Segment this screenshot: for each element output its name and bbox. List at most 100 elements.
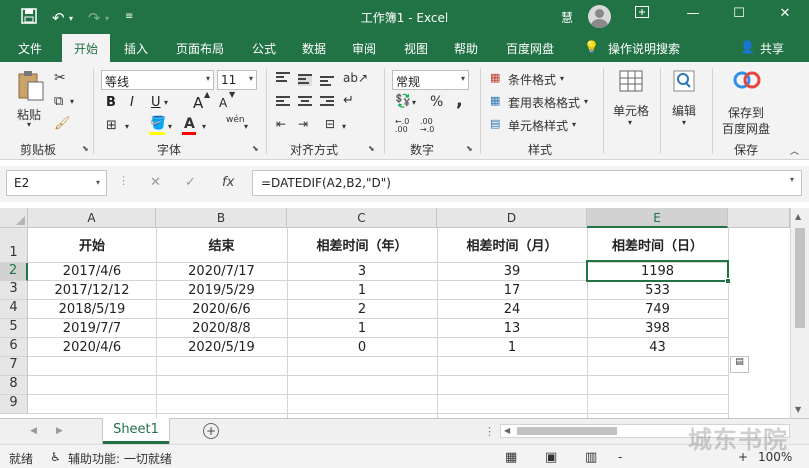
cell-b6[interactable]: 2020/5/19 [156, 340, 287, 355]
baidu-cloud-icon[interactable] [733, 68, 761, 95]
paste-dropdown-icon[interactable]: ▾ [27, 120, 31, 129]
shrink-font-button[interactable]: A [219, 96, 227, 110]
editing-button[interactable]: 编辑 [672, 102, 696, 119]
cell-c3[interactable]: 1 [287, 283, 437, 298]
formula-input[interactable]: =DATEDIF(A2,B2,"D") [252, 170, 802, 196]
column-header-e[interactable]: E [587, 208, 728, 228]
scroll-down-icon[interactable]: ▼ [795, 405, 801, 414]
row-header-3[interactable]: 3 [0, 281, 28, 300]
accounting-format-icon[interactable]: 💱 [395, 94, 411, 109]
save-to-baidu-line1[interactable]: 保存到 [728, 104, 764, 121]
format-table-icon[interactable]: ▦ [490, 94, 500, 107]
tab-review[interactable]: 审阅 [352, 40, 376, 57]
maximize-icon[interactable]: ☐ [729, 6, 749, 21]
wrap-text-icon[interactable]: ↵ [343, 93, 354, 108]
phonetic-guide-icon[interactable]: wén [226, 115, 245, 125]
column-header-c[interactable]: C [287, 208, 437, 228]
cell-a5[interactable]: 2019/7/7 [28, 321, 156, 336]
cell-b5[interactable]: 2020/8/8 [156, 321, 287, 336]
italic-button[interactable]: I [130, 95, 134, 110]
accessibility-status[interactable]: 辅助功能: 一切就绪 [68, 450, 172, 467]
cell-b1[interactable]: 结束 [156, 235, 287, 254]
tell-me-search[interactable]: 操作说明搜索 [608, 40, 680, 57]
cell-b2[interactable]: 2020/7/17 [156, 264, 287, 279]
cell-c6[interactable]: 0 [287, 340, 437, 355]
save-to-baidu-line2[interactable]: 百度网盘 [722, 120, 770, 137]
bottom-align-icon[interactable] [320, 76, 334, 88]
merge-center-icon[interactable]: ⊟ [325, 117, 335, 131]
share-button[interactable]: 共享 [760, 40, 784, 57]
cell-c5[interactable]: 1 [287, 321, 437, 336]
minimize-icon[interactable]: — [683, 6, 703, 21]
collapse-ribbon-icon[interactable]: ︿ [790, 144, 799, 157]
cell-c4[interactable]: 2 [287, 302, 437, 317]
tab-split-icon[interactable]: ⋮ [484, 425, 495, 438]
grow-font-button[interactable]: A [193, 94, 203, 112]
cells-button[interactable]: 单元格 [613, 102, 649, 119]
cell-e4[interactable]: 749 [587, 302, 728, 317]
cut-icon[interactable]: ✂ [54, 70, 66, 86]
select-all-button[interactable] [0, 208, 28, 228]
conditional-format-icon[interactable]: ▦ [490, 71, 500, 84]
cell-d2[interactable]: 39 [437, 264, 587, 279]
font-color-icon[interactable]: A [184, 116, 195, 132]
row-header-7[interactable]: 7 [0, 357, 28, 376]
scroll-up-icon[interactable]: ▲ [795, 212, 801, 221]
align-left-icon[interactable] [276, 96, 290, 108]
cell-a3[interactable]: 2017/12/12 [28, 283, 156, 298]
cell-b4[interactable]: 2020/6/6 [156, 302, 287, 317]
borders-icon[interactable]: ⊞ [106, 118, 117, 133]
horizontal-scroll-thumb[interactable] [517, 427, 617, 435]
fill-handle[interactable] [725, 278, 731, 284]
underline-button[interactable]: U [151, 95, 161, 110]
cell-c2[interactable]: 3 [287, 264, 437, 279]
tab-view[interactable]: 视图 [404, 40, 428, 57]
close-icon[interactable]: ✕ [775, 6, 795, 21]
top-align-icon[interactable] [276, 72, 290, 84]
column-header-a[interactable]: A [28, 208, 156, 228]
number-format-select[interactable]: 常规 ▾ [392, 70, 469, 90]
quick-analysis-icon[interactable]: ▤ [730, 356, 749, 373]
cell-d5[interactable]: 13 [437, 321, 587, 336]
cell-a6[interactable]: 2020/4/6 [28, 340, 156, 355]
paste-icon[interactable] [17, 70, 45, 105]
row-header-8[interactable]: 8 [0, 376, 28, 395]
conditional-dropdown-icon[interactable]: ▾ [560, 74, 564, 83]
page-break-view-icon[interactable]: ▥ [585, 450, 597, 465]
tab-data[interactable]: 数据 [302, 40, 326, 57]
cell-styles-button[interactable]: 单元格样式 [508, 117, 568, 134]
row-header-2[interactable]: 2 [0, 263, 28, 281]
increase-indent-icon[interactable]: ⇥ [298, 117, 308, 131]
fill-color-dropdown-icon[interactable]: ▾ [168, 122, 172, 131]
sheet-prev-icon[interactable]: ◀ [30, 426, 37, 436]
row-header-5[interactable]: 5 [0, 319, 28, 338]
column-header-d[interactable]: D [437, 208, 587, 228]
cell-styles-dropdown-icon[interactable]: ▾ [572, 120, 576, 129]
percent-style-button[interactable]: % [430, 94, 443, 110]
tab-baidu-netdisk[interactable]: 百度网盘 [506, 40, 554, 57]
accounting-dropdown-icon[interactable]: ▾ [412, 98, 416, 107]
cell-c1[interactable]: 相差时间（年） [287, 235, 437, 254]
tab-help[interactable]: 帮助 [454, 40, 478, 57]
comma-style-button[interactable]: , [456, 90, 463, 111]
align-right-icon[interactable] [320, 96, 334, 108]
row-header-4[interactable]: 4 [0, 300, 28, 319]
clipboard-launcher-icon[interactable]: ⬊ [82, 144, 89, 153]
merge-dropdown-icon[interactable]: ▾ [342, 122, 346, 131]
bold-button[interactable]: B [106, 95, 116, 110]
cell-styles-icon[interactable]: ▤ [490, 117, 500, 130]
normal-view-icon[interactable]: ▦ [505, 450, 517, 465]
enter-icon[interactable]: ✓ [185, 175, 196, 190]
row-header-6[interactable]: 6 [0, 338, 28, 357]
scroll-left-icon[interactable]: ◀ [504, 426, 510, 435]
alignment-launcher-icon[interactable]: ⬊ [368, 144, 375, 153]
cell-e1[interactable]: 相差时间（日） [587, 235, 728, 254]
cell-d1[interactable]: 相差时间（月） [437, 235, 587, 254]
cell-e6[interactable]: 43 [587, 340, 728, 355]
search-icon[interactable] [673, 70, 695, 95]
add-sheet-button[interactable]: + [203, 423, 219, 439]
format-painter-icon[interactable]: 🖌 [54, 116, 71, 131]
cell-a4[interactable]: 2018/5/19 [28, 302, 156, 317]
font-launcher-icon[interactable]: ⬊ [252, 144, 259, 153]
vertical-scroll-thumb[interactable] [795, 228, 805, 328]
